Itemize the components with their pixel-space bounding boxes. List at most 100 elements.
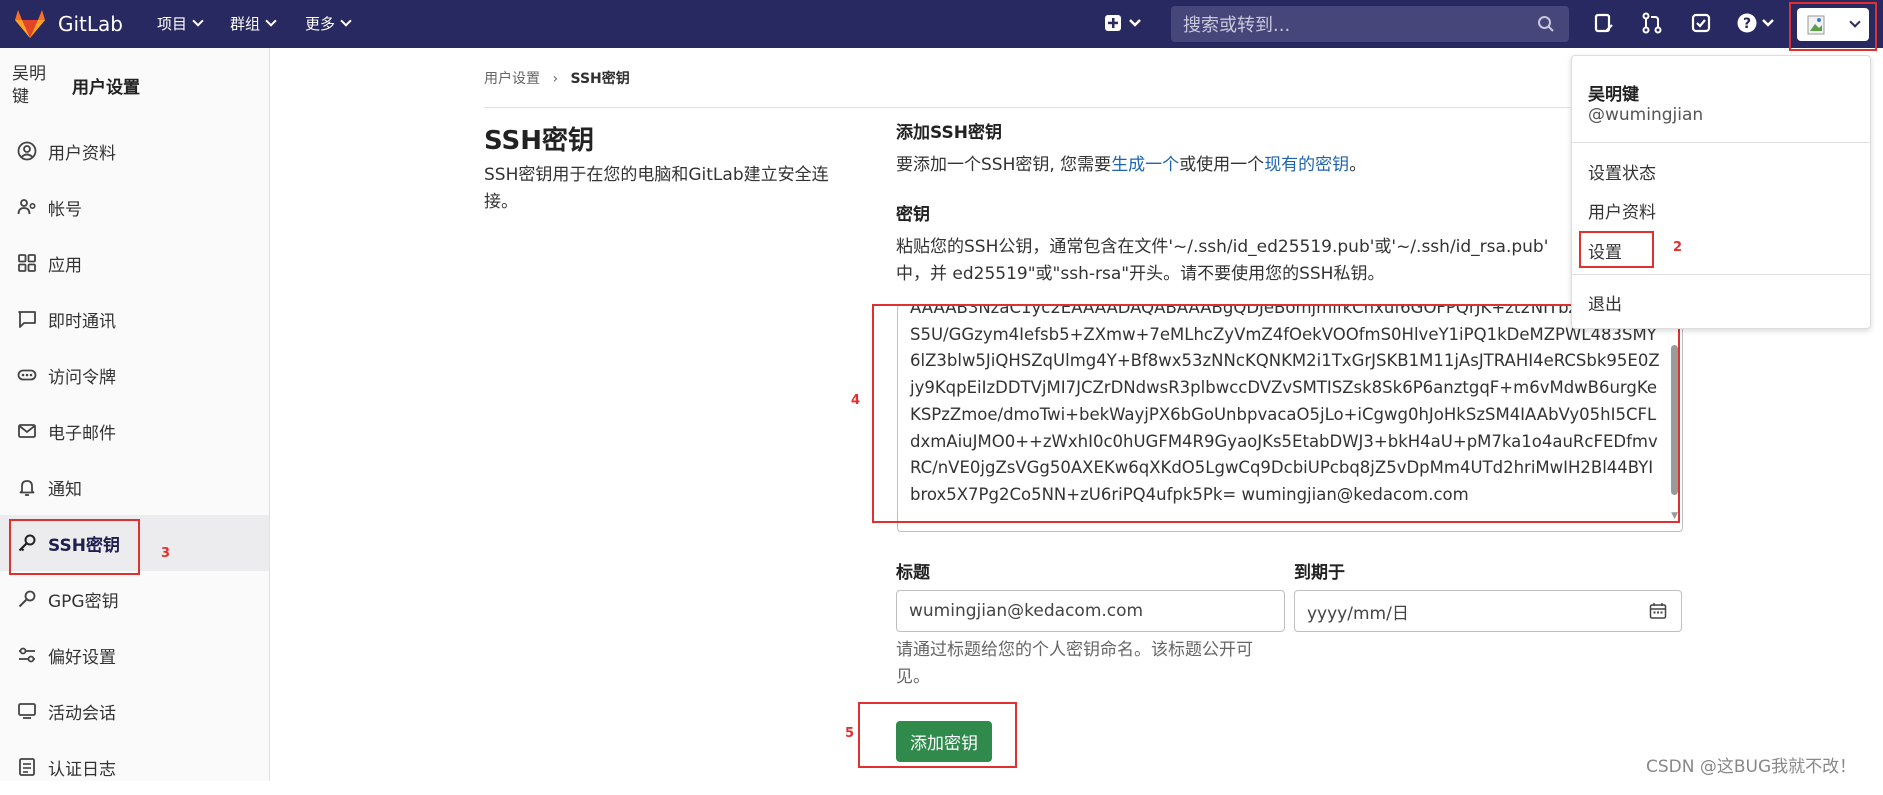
- gitlab-logo-text: GitLab: [58, 12, 123, 36]
- sidebar-item-preferences[interactable]: 偏好设置: [0, 627, 269, 683]
- annotation-box-3: [9, 519, 140, 575]
- account-icon: [16, 196, 38, 218]
- watermark: CSDN @这BUG我就不改！: [1646, 757, 1857, 777]
- svg-text:?: ?: [1743, 16, 1751, 32]
- monitor-icon: [16, 700, 38, 722]
- dropdown-item-profile[interactable]: 用户资料: [1588, 198, 1656, 223]
- search-input[interactable]: 搜索或转到...: [1171, 6, 1569, 42]
- sidebar-item-access-tokens[interactable]: 访问令牌: [0, 347, 269, 403]
- add-ssh-key-title: 添加SSH密钥: [896, 123, 1002, 143]
- merge-requests-button[interactable]: [1641, 12, 1663, 38]
- sidebar-item-account[interactable]: 帐号: [0, 179, 269, 235]
- calendar-icon[interactable]: [1649, 602, 1667, 620]
- sidebar-item-label: GPG密钥: [48, 591, 119, 612]
- sidebar-item-label: 帐号: [48, 199, 82, 220]
- chat-icon: [16, 308, 38, 330]
- chevron-down-icon: [340, 15, 352, 27]
- sidebar-item-profile[interactable]: 用户资料: [0, 123, 269, 179]
- generate-key-link[interactable]: 生成一个: [1111, 155, 1179, 175]
- sidebar-item-active-sessions[interactable]: 活动会话: [0, 683, 269, 739]
- dropdown-divider: [1572, 274, 1870, 275]
- annotation-box-2: [1579, 231, 1654, 268]
- sidebar-item-gpg-keys[interactable]: GPG密钥: [0, 571, 269, 627]
- annotation-box-1: [1789, 2, 1877, 51]
- user-dropdown-menu: 吴明键 @wumingjian 设置状态 用户资料 设置 退出: [1571, 55, 1871, 329]
- plus-icon: [1105, 15, 1141, 31]
- chevron-down-icon: [192, 15, 204, 27]
- nav-projects[interactable]: 项目: [157, 13, 204, 34]
- merge-request-icon: [1642, 12, 1662, 34]
- help-dropdown[interactable]: ?: [1737, 12, 1781, 38]
- sidebar-item-label: 电子邮件: [48, 423, 116, 444]
- help-icon: ?: [1737, 13, 1774, 33]
- bell-icon: [16, 476, 38, 498]
- expires-placeholder: yyyy/mm/日: [1307, 603, 1409, 624]
- gitlab-logo[interactable]: GitLab: [14, 9, 123, 39]
- sidebar-item-notifications[interactable]: 通知: [0, 459, 269, 515]
- gitlab-tanuki-icon: [15, 10, 45, 38]
- add-ssh-key-text: 要添加一个SSH密钥, 您需要生成一个或使用一个现有的密钥。: [896, 152, 1366, 179]
- sidebar-title: 用户设置: [72, 78, 140, 98]
- key-help-text: 粘贴您的SSH公钥，通常包含在文件'~/.ssh/id_ed25519.pub'…: [896, 237, 1549, 284]
- sidebar-item-label: 用户资料: [48, 143, 116, 164]
- new-item-dropdown[interactable]: [1104, 12, 1146, 38]
- dropdown-user-handle: @wumingjian: [1588, 105, 1704, 125]
- expires-label: 到期于: [1294, 563, 1345, 583]
- sidebar-item-label: 偏好设置: [48, 647, 116, 668]
- existing-key-link[interactable]: 现有的密钥: [1264, 155, 1349, 175]
- nav-projects-label: 项目: [157, 15, 188, 33]
- log-icon: [16, 756, 38, 778]
- add-text-end: 。: [1349, 155, 1367, 175]
- dropdown-user-name: 吴明键: [1588, 85, 1639, 105]
- applications-icon: [16, 252, 38, 274]
- key-label: 密钥: [896, 205, 930, 225]
- expires-date-input[interactable]: yyyy/mm/日: [1294, 590, 1682, 632]
- page-title: SSH密钥: [484, 126, 595, 156]
- mail-icon: [16, 420, 38, 442]
- sidebar-item-auth-log[interactable]: 认证日志: [0, 739, 269, 795]
- key-icon: [16, 588, 38, 610]
- breadcrumb-user-settings[interactable]: 用户设置: [484, 71, 540, 87]
- nav-more-label: 更多: [305, 15, 336, 33]
- add-text-pre: 要添加一个SSH密钥, 您需要: [896, 155, 1112, 175]
- profile-icon: [16, 140, 38, 162]
- sidebar-item-label: 即时通讯: [48, 311, 116, 332]
- breadcrumb-divider: [484, 107, 1684, 108]
- todos-button[interactable]: [1690, 12, 1712, 38]
- sidebar-item-applications[interactable]: 应用: [0, 235, 269, 291]
- sidebar-item-label: 访问令牌: [48, 367, 116, 388]
- search-icon: [1538, 16, 1554, 32]
- issues-button[interactable]: [1593, 12, 1615, 38]
- annotation-number-2: 2: [1673, 240, 1683, 255]
- nav-more[interactable]: 更多: [305, 13, 352, 34]
- title-label: 标题: [896, 563, 930, 583]
- sidebar-item-emails[interactable]: 电子邮件: [0, 403, 269, 459]
- annotation-box-4: [872, 304, 1680, 523]
- page-description: SSH密钥用于在您的电脑和GitLab建立安全连接。: [484, 165, 829, 212]
- annotation-box-5: [858, 702, 1017, 768]
- title-hint: 请通过标题给您的个人密钥命名。该标题公开可见。: [896, 640, 1253, 687]
- token-icon: [16, 364, 38, 386]
- dropdown-divider: [1572, 142, 1870, 143]
- issues-icon: [1594, 13, 1613, 33]
- sidebar-item-label: 通知: [48, 479, 82, 500]
- sidebar-header[interactable]: 吴明键 用户设置: [0, 48, 269, 123]
- key-title-input[interactable]: wumingjian@kedacom.com: [896, 590, 1285, 632]
- annotation-number-4: 4: [851, 393, 861, 408]
- top-navbar: GitLab 项目 群组 更多 搜索或转到... ?: [0, 0, 1883, 48]
- search-placeholder: 搜索或转到...: [1183, 15, 1291, 36]
- dropdown-item-set-status[interactable]: 设置状态: [1588, 159, 1656, 184]
- nav-groups-label: 群组: [230, 15, 261, 33]
- dropdown-item-sign-out[interactable]: 退出: [1588, 290, 1622, 315]
- user-avatar: 吴明键: [12, 63, 46, 107]
- todo-icon: [1691, 13, 1711, 33]
- nav-groups[interactable]: 群组: [230, 13, 277, 34]
- chevron-down-icon: [265, 15, 277, 27]
- annotation-number-5: 5: [845, 726, 855, 741]
- breadcrumb: 用户设置 › SSH密钥: [484, 68, 630, 88]
- sidebar-item-chat[interactable]: 即时通讯: [0, 291, 269, 347]
- breadcrumb-ssh-keys[interactable]: SSH密钥: [571, 71, 630, 87]
- sidebar-item-label: 活动会话: [48, 703, 116, 724]
- preferences-icon: [16, 644, 38, 666]
- annotation-number-3: 3: [161, 546, 171, 561]
